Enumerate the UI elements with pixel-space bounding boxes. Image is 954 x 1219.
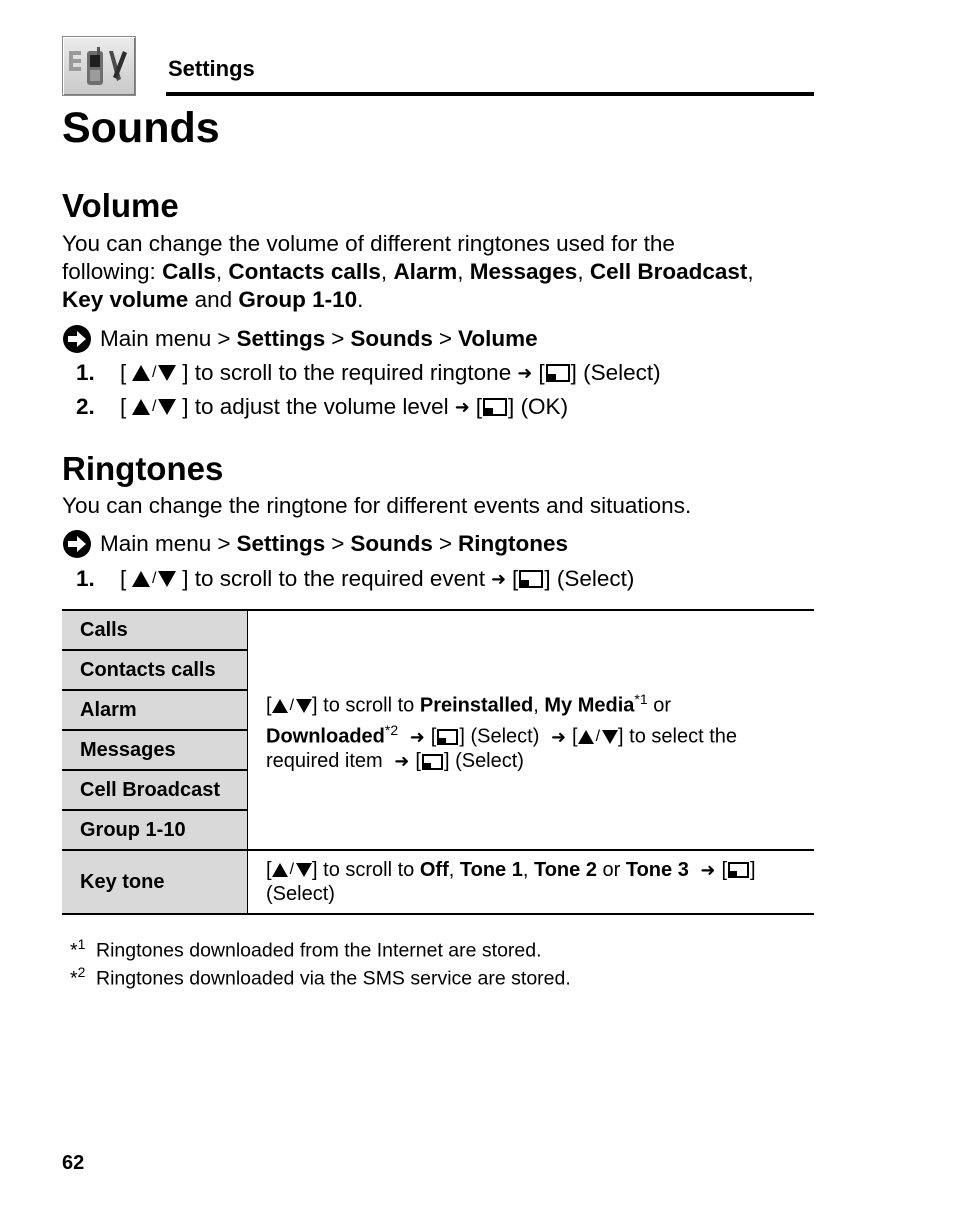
volume-step: 2. [/] to adjust the volume level ➜ [] (… — [76, 392, 568, 421]
ringtone-events-table: Calls [/] to scroll to Preinstalled, My … — [62, 609, 814, 915]
event-cell: Cell Broadcast — [62, 770, 248, 811]
up-down-key-icon: / — [126, 358, 182, 387]
intro-item: Calls — [162, 259, 216, 284]
path-item: Ringtones — [458, 531, 568, 556]
arrow-right-circle-icon — [63, 530, 91, 558]
up-down-key-icon: / — [126, 392, 182, 421]
page-title: Sounds — [62, 104, 220, 152]
path-item: Volume — [458, 326, 538, 351]
section-label: Settings — [168, 56, 255, 81]
header-rule — [166, 92, 814, 96]
up-down-key-icon: / — [577, 726, 619, 748]
then-arrow-icon: ➜ — [550, 726, 567, 747]
softkey-icon — [519, 569, 544, 588]
volume-intro: You can change the volume of different r… — [62, 231, 754, 312]
then-arrow-icon: ➜ — [409, 726, 425, 747]
intro-item: Key volume — [62, 287, 189, 312]
footnote: *1 Ringtones downloaded from the Internet… — [70, 936, 542, 962]
softkey-icon — [421, 754, 443, 771]
ringtones-heading: Ringtones — [62, 450, 224, 487]
softkey-icon — [437, 729, 459, 746]
ringtones-step: 1. [/] to scroll to the required event ➜… — [76, 564, 634, 593]
event-cell: Key tone — [62, 850, 248, 915]
event-cell: Calls — [62, 609, 248, 651]
event-cell: Contacts calls — [62, 650, 248, 691]
arrow-right-circle-icon — [63, 325, 91, 353]
up-down-key-icon: / — [271, 859, 313, 881]
up-down-key-icon: / — [126, 564, 182, 593]
ringtones-intro: You can change the ringtone for differen… — [62, 493, 692, 518]
intro-item: Contacts calls — [228, 259, 381, 284]
path-item: Settings — [236, 326, 326, 351]
intro-item: Messages — [469, 259, 578, 284]
intro-item: Cell Broadcast — [589, 259, 748, 284]
table-row: Key tone [/] to scroll to Off, Tone 1, T… — [62, 850, 814, 915]
event-cell: Messages — [62, 730, 248, 771]
intro-item: Alarm — [393, 259, 458, 284]
intro-item: Group 1-10 — [238, 287, 358, 312]
key-tone-description: [/] to scroll to Off, Tone 1, Tone 2 or … — [247, 850, 814, 915]
event-cell: Group 1-10 — [62, 810, 248, 851]
volume-step: 1. [/] to scroll to the required rington… — [76, 358, 661, 387]
path-item: Sounds — [350, 531, 433, 556]
volume-menu-path: Main menu > Settings > Sounds > Volume — [62, 324, 538, 354]
then-arrow-icon: ➜ — [490, 568, 507, 589]
softkey-icon — [483, 397, 508, 416]
settings-phone-tools-icon — [62, 36, 136, 96]
volume-heading: Volume — [62, 187, 179, 224]
path-item: Settings — [236, 531, 326, 556]
footnote: *2 Ringtones downloaded via the SMS servi… — [70, 964, 571, 990]
path-item: Sounds — [350, 326, 433, 351]
softkey-icon — [728, 862, 750, 879]
page-number: 62 — [62, 1152, 85, 1174]
event-cell: Alarm — [62, 690, 248, 731]
then-arrow-icon: ➜ — [454, 396, 470, 417]
table-row: Calls [/] to scroll to Preinstalled, My … — [62, 609, 814, 851]
then-arrow-icon: ➜ — [394, 751, 410, 772]
ringtones-menu-path: Main menu > Settings > Sounds > Ringtone… — [62, 529, 568, 559]
events-description: [/] to scroll to Preinstalled, My Media*… — [247, 609, 814, 851]
softkey-icon — [545, 363, 570, 382]
up-down-key-icon: / — [271, 694, 313, 716]
then-arrow-icon: ➜ — [517, 362, 533, 383]
then-arrow-icon: ➜ — [700, 859, 716, 880]
